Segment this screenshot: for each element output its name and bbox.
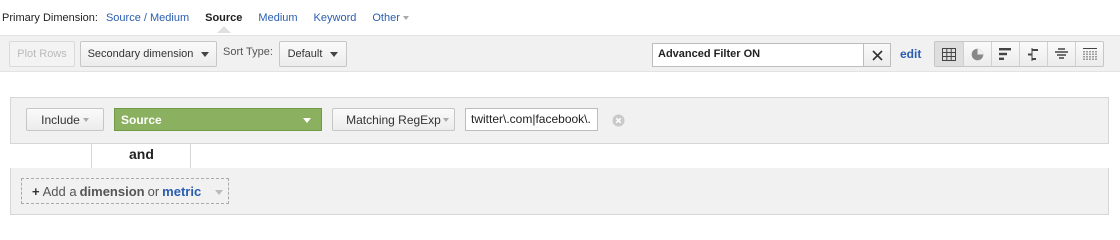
sort-type-label: Sort Type: <box>223 46 273 58</box>
remove-condition-icon[interactable] <box>612 114 625 127</box>
term-cloud-view-button[interactable] <box>1047 42 1075 66</box>
chevron-down-icon <box>402 16 409 21</box>
primary-dimension-label: Primary Dimension: <box>2 12 98 24</box>
chevron-down-icon <box>443 118 449 122</box>
plus-icon: + <box>32 183 40 199</box>
clear-filter-button[interactable] <box>863 43 891 67</box>
plot-rows-button[interactable]: Plot Rows <box>9 41 75 67</box>
report-toolbar: Plot Rows Secondary dimension Sort Type:… <box>0 35 1120 72</box>
chevron-down-icon <box>303 118 311 123</box>
pivot-view-button[interactable] <box>1075 42 1103 66</box>
add-prefix-text: Add a <box>42 183 77 199</box>
comparison-view-icon <box>1028 47 1038 61</box>
performance-view-icon <box>999 48 1011 60</box>
filter-dimension-dropdown[interactable]: Source <box>114 108 322 131</box>
view-switcher <box>934 41 1104 67</box>
performance-view-button[interactable] <box>991 42 1019 66</box>
pie-view-icon <box>971 48 984 60</box>
secondary-dimension-dropdown[interactable]: Secondary dimension <box>80 41 217 67</box>
table-view-button[interactable] <box>935 42 963 66</box>
advanced-filter-field[interactable]: Advanced Filter ON <box>652 43 864 67</box>
match-type-dropdown[interactable]: Matching RegExp <box>332 108 455 131</box>
and-connector-label: and <box>129 146 154 162</box>
primary-dimension-other[interactable]: Other <box>372 12 409 24</box>
comparison-view-button[interactable] <box>1019 42 1047 66</box>
panel-gap-right <box>191 143 1109 168</box>
filter-expression-input[interactable]: twitter\.com|facebook\. <box>465 108 598 131</box>
close-icon <box>871 49 883 61</box>
primary-dimension-medium[interactable]: Medium <box>258 12 297 24</box>
term-cloud-view-icon <box>1055 48 1068 59</box>
table-view-icon <box>942 47 956 61</box>
match-type-label: Matching RegExp <box>346 112 441 127</box>
include-label: Include <box>41 112 80 127</box>
filter-dimension-value: Source <box>121 112 162 127</box>
panel-gap-left <box>10 143 91 168</box>
chevron-down-icon <box>215 190 223 195</box>
primary-dimension-keyword[interactable]: Keyword <box>314 12 357 24</box>
primary-dimension-source[interactable]: Source <box>205 12 242 24</box>
sort-type-dropdown[interactable]: Default <box>279 41 347 67</box>
primary-dimension-source-medium[interactable]: Source / Medium <box>106 12 189 24</box>
add-metric-text: metric <box>162 183 202 199</box>
chevron-down-icon <box>201 51 210 57</box>
primary-dimension-bar: Primary Dimension: Source / Medium Sourc… <box>0 0 1120 36</box>
primary-dimension-other-label: Other <box>372 12 400 24</box>
add-dimension-text: dimension <box>79 183 145 199</box>
chevron-down-icon <box>330 51 339 57</box>
edit-filter-link[interactable]: edit <box>900 47 921 61</box>
sort-type-value: Default <box>287 48 323 60</box>
secondary-dimension-label: Secondary dimension <box>87 48 194 60</box>
pie-view-button[interactable] <box>963 42 991 66</box>
chevron-down-icon <box>82 117 89 122</box>
add-or-text: or <box>147 183 160 199</box>
add-dimension-or-metric-button[interactable]: + Add a dimension or metric <box>21 178 229 204</box>
include-exclude-dropdown[interactable]: Include <box>26 108 104 131</box>
pivot-view-icon <box>1082 48 1097 60</box>
